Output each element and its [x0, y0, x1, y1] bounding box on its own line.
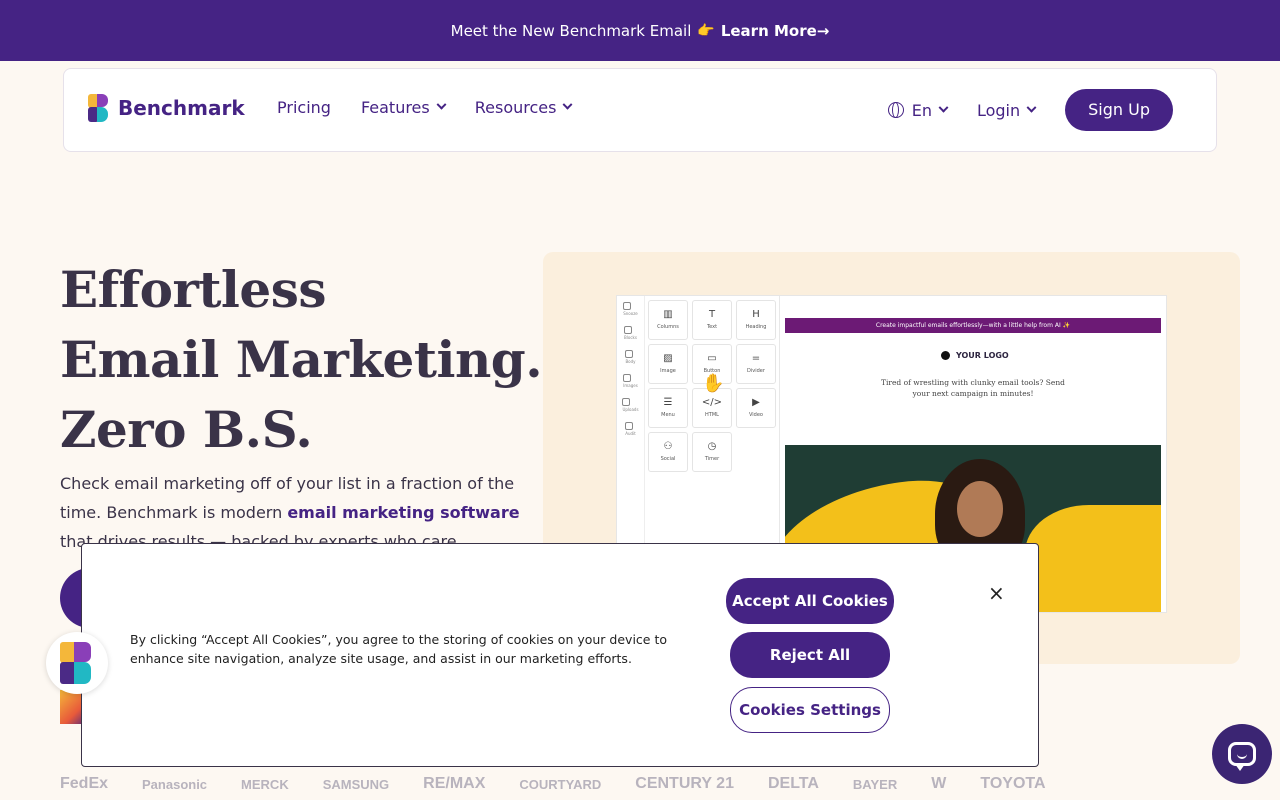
nav-item-resources[interactable]: Resources: [475, 98, 573, 117]
hero-title-line-3: Zero B.S.: [60, 400, 313, 459]
rail-item: Audit: [625, 422, 636, 436]
main-nav: Benchmark Pricing Features Resources En …: [63, 68, 1217, 152]
brand-logo-w: W: [931, 775, 947, 792]
brand-logo-remax: RE/MAX: [423, 775, 486, 792]
email-logo: YOUR LOGO: [941, 351, 1009, 360]
brand-logo-merck: MERCK: [241, 776, 289, 792]
block-timer: ◷ Timer: [692, 432, 732, 472]
logo-dot-icon: [941, 351, 950, 360]
nav-right: En Login Sign Up: [887, 89, 1173, 131]
logo-text[interactable]: Benchmark: [118, 96, 245, 120]
chevron-down-icon[interactable]: [938, 102, 949, 113]
rail-item: Images: [623, 374, 638, 388]
login-menu[interactable]: Login: [977, 101, 1037, 120]
chat-support-button[interactable]: [1212, 724, 1272, 784]
close-icon[interactable]: ×: [988, 581, 1005, 605]
rail-item: Uploads: [622, 398, 639, 412]
chevron-down-icon[interactable]: [1026, 102, 1037, 113]
signup-button[interactable]: Sign Up: [1065, 89, 1173, 131]
brand-logo-fedex: FedEx: [60, 775, 109, 792]
block-heading: H Heading: [736, 300, 776, 340]
language-label[interactable]: En: [912, 101, 932, 120]
globe-icon[interactable]: [887, 102, 904, 118]
block-menu: ☰ Menu: [648, 388, 688, 428]
reject-all-button[interactable]: Reject All: [730, 632, 890, 678]
nav-resources-label[interactable]: Resources: [475, 98, 557, 117]
your-logo-text: YOUR LOGO: [956, 351, 1009, 360]
block-divider: = Divider: [736, 344, 776, 384]
language-selector[interactable]: En: [887, 101, 949, 120]
announcement-text: Meet the New Benchmark Email: [450, 21, 692, 40]
pointing-hand-icon: 👉: [697, 22, 715, 39]
learn-more-link[interactable]: Learn More→: [721, 22, 830, 40]
brand-logo-samsung: SAMSUNG: [322, 776, 390, 792]
email-banner: Create impactful emails effortlessly—wit…: [785, 318, 1161, 333]
cookie-message: By clicking “Accept All Cookies”, you ag…: [130, 632, 667, 666]
accept-all-cookies-button[interactable]: Accept All Cookies: [726, 578, 894, 624]
hero-title-line-2: Email Marketing.: [60, 330, 543, 389]
nav-links: Pricing Features Resources: [277, 98, 573, 117]
cookies-settings-button[interactable]: Cookies Settings: [730, 687, 890, 733]
brand-logo-century21: CENTURY 21: [635, 775, 734, 792]
learn-more-label[interactable]: Learn More: [721, 22, 817, 40]
block-social: ⚇ Social: [648, 432, 688, 472]
chevron-down-icon[interactable]: [563, 99, 573, 110]
cookie-banner: By clicking “Accept All Cookies”, you ag…: [81, 543, 1039, 767]
benchmark-logo-icon: [60, 642, 94, 684]
block-video: ▶ Video: [736, 388, 776, 428]
chat-bubble-icon[interactable]: [1228, 742, 1256, 771]
nav-pricing-label[interactable]: Pricing: [277, 98, 331, 117]
rail-item: Body: [625, 350, 636, 364]
brand-logo[interactable]: Benchmark: [88, 94, 245, 122]
rail-item: Blocks: [624, 326, 637, 340]
brand-logo-toyota: TOYOTA: [980, 775, 1046, 792]
brand-logo-delta: DELTA: [767, 775, 819, 792]
login-label[interactable]: Login: [977, 101, 1020, 120]
brand-logo-panasonic: Panasonic: [142, 776, 208, 792]
email-marketing-software-link[interactable]: email marketing software: [287, 503, 519, 522]
brand-logo-bayer: BAYER: [852, 776, 898, 792]
block-html: </> HTML: [692, 388, 732, 428]
nav-item-features[interactable]: Features: [361, 98, 447, 117]
floating-logo-badge: [46, 632, 108, 694]
hero-title-line-1: Effortless: [60, 260, 327, 319]
nav-item-pricing[interactable]: Pricing: [277, 98, 331, 117]
benchmark-logo-icon[interactable]: [88, 94, 110, 122]
chevron-down-icon[interactable]: [436, 99, 447, 110]
block-text: T Text: [692, 300, 732, 340]
block-image: ▨ Image: [648, 344, 688, 384]
block-columns: ▥ Columns: [648, 300, 688, 340]
hero-title: Effortless Email Marketing. Zero B.S.: [60, 255, 543, 465]
arrow-right-icon[interactable]: →: [817, 22, 830, 40]
email-body-text: Tired of wrestling with clunky email too…: [881, 378, 1065, 398]
nav-features-label[interactable]: Features: [361, 98, 430, 117]
customer-logos: FedEx Panasonic MERCK SAMSUNG RE/MAX COU…: [60, 775, 1046, 793]
announcement-bar: Meet the New Benchmark Email 👉 Learn Mor…: [0, 0, 1280, 61]
brand-logo-courtyard: COURTYARD: [519, 776, 602, 792]
grab-cursor-icon: ✋: [702, 373, 725, 394]
rail-item: Snooze: [623, 302, 638, 316]
